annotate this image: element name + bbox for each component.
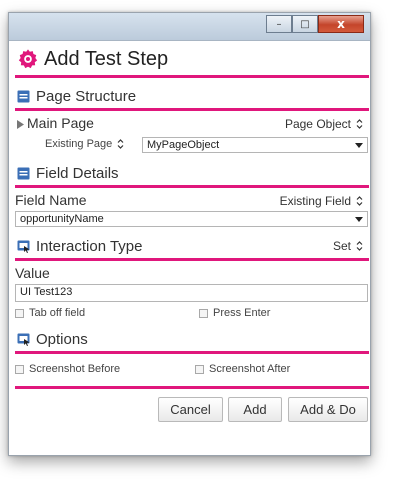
main-page-row: Main Page Page Object Existing Page MyPa…: [15, 111, 369, 155]
window-controls: – □ x: [266, 15, 364, 33]
checkbox-box[interactable]: [195, 364, 204, 374]
press-enter-checkbox[interactable]: Press Enter: [199, 307, 270, 319]
options-icon: [17, 333, 30, 346]
sort-arrows-icon: [356, 241, 363, 251]
section-page-structure: Page Structure: [15, 84, 369, 111]
screenshot-after-checkbox[interactable]: Screenshot After: [195, 363, 290, 375]
field-dropdown[interactable]: opportunityName: [15, 211, 368, 227]
footer-divider: [15, 386, 369, 389]
cancel-button[interactable]: Cancel: [158, 397, 223, 422]
section-options: Options: [15, 327, 369, 354]
sort-arrows-icon: [117, 139, 124, 149]
page-object-value: MyPageObject: [147, 139, 220, 151]
existing-page-label: Existing Page: [45, 138, 113, 150]
dialog-window: – □ x Add Test Step Page Structure Main …: [8, 12, 371, 456]
field-name-row: Field Name Existing Field opportunityNam…: [15, 188, 369, 230]
footer: Cancel Add Add & Do: [15, 386, 369, 436]
section-interaction-type: Interaction Type Set: [15, 234, 369, 261]
section-title: Options: [36, 330, 88, 348]
add-button[interactable]: Add: [228, 397, 282, 422]
close-button[interactable]: x: [318, 15, 364, 33]
dialog-content: Add Test Step Page Structure Main Page P…: [15, 43, 369, 436]
sort-arrows-icon: [356, 196, 363, 206]
value-label: Value: [15, 265, 50, 281]
checkbox-box[interactable]: [199, 308, 208, 318]
screenshot-before-label: Screenshot Before: [29, 363, 121, 375]
main-page-label: Main Page: [27, 115, 94, 131]
press-enter-label: Press Enter: [213, 307, 271, 319]
dialog-header: Add Test Step: [15, 43, 369, 78]
title-bar[interactable]: – □ x: [9, 13, 370, 41]
section-title: Page Structure: [36, 87, 137, 105]
gear-icon: [18, 49, 38, 69]
field-icon: [17, 167, 30, 179]
page-object-select[interactable]: Page Object: [285, 117, 363, 131]
field-value: opportunityName: [20, 213, 104, 225]
existing-field-select[interactable]: Existing Field: [280, 194, 363, 208]
page-title: Add Test Step: [44, 47, 169, 70]
page-object-dropdown[interactable]: MyPageObject: [142, 137, 368, 153]
interaction-type-select[interactable]: Set: [333, 239, 363, 253]
tab-off-checkbox[interactable]: Tab off field: [15, 307, 85, 319]
page-icon: [17, 90, 30, 102]
field-name-label: Field Name: [15, 192, 87, 208]
checkbox-box[interactable]: [15, 308, 24, 318]
value-input[interactable]: UI Test123: [15, 284, 368, 302]
tab-off-label: Tab off field: [29, 307, 86, 319]
sort-arrows-icon: [356, 119, 363, 129]
page-object-label: Page Object: [284, 117, 351, 131]
screenshot-after-label: Screenshot After: [209, 363, 291, 375]
dropdown-arrow-icon: [355, 143, 363, 148]
interaction-icon: [17, 240, 30, 253]
existing-page-select[interactable]: Existing Page: [45, 138, 124, 150]
options-row: Screenshot Before Screenshot After: [15, 354, 369, 386]
interaction-type-value: Set: [332, 239, 351, 253]
expand-arrow-icon[interactable]: [17, 120, 24, 129]
add-and-do-button[interactable]: Add & Do: [288, 397, 368, 422]
minimize-button[interactable]: –: [266, 15, 292, 33]
section-field-details: Field Details: [15, 161, 369, 188]
existing-field-label: Existing Field: [279, 194, 351, 208]
dropdown-arrow-icon: [355, 217, 363, 222]
value-text: UI Test123: [20, 286, 73, 298]
maximize-button[interactable]: □: [292, 15, 318, 33]
screenshot-before-checkbox[interactable]: Screenshot Before: [15, 363, 120, 375]
value-row: Value UI Test123 Tab off field Press Ent…: [15, 261, 369, 325]
section-title: Interaction Type: [36, 237, 143, 255]
checkbox-box[interactable]: [15, 364, 24, 374]
section-title: Field Details: [36, 164, 119, 182]
